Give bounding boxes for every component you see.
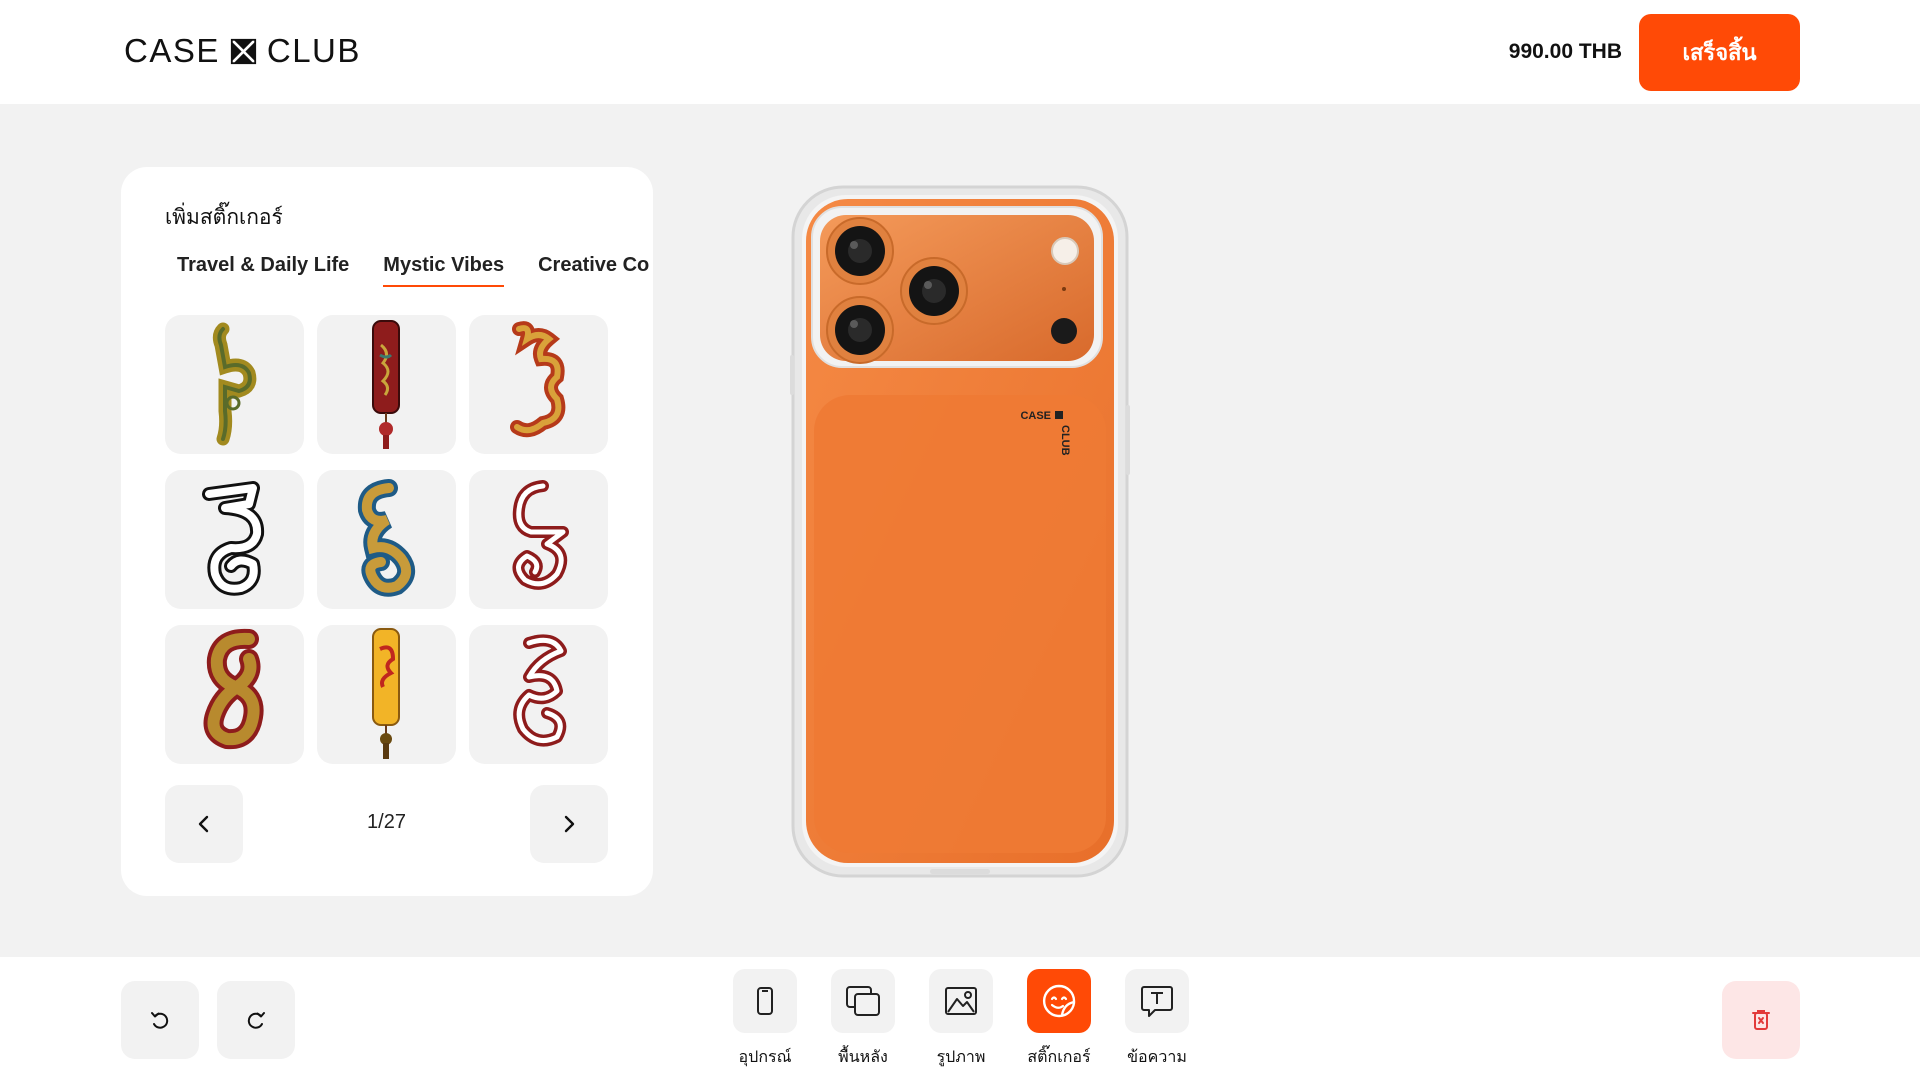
sticker-item[interactable] <box>165 315 304 454</box>
thai-script-red-gold-sticker <box>510 321 566 438</box>
phone-case-preview[interactable]: CASE CLUB <box>790 185 1130 878</box>
thai-numeral-outline-sticker <box>202 481 265 596</box>
bottom-toolbar: อุปกรณ์ พื้นหลัง รูปภาพ สติ๊กเกอร์ ข้อคว… <box>0 957 1920 1080</box>
logo-text-case: CASE <box>124 32 220 69</box>
sticker-icon <box>1043 984 1076 1018</box>
trash-icon <box>1752 1010 1770 1030</box>
phone-device-icon <box>757 987 773 1015</box>
yellow-talisman-tassel-sticker <box>372 628 400 759</box>
next-page-button[interactable] <box>530 785 608 863</box>
tool-sticker[interactable]: สติ๊กเกอร์ <box>1027 969 1091 1070</box>
redo-button[interactable] <box>217 981 295 1059</box>
thai-script-red-outline-sticker <box>513 634 567 747</box>
chevron-right-icon <box>564 815 575 833</box>
tab-travel-daily-life[interactable]: Travel & Daily Life <box>177 254 349 287</box>
case-brand-text: CASE <box>1020 410 1051 422</box>
text-icon <box>1141 986 1173 1017</box>
tool-background[interactable]: พื้นหลัง <box>831 969 895 1070</box>
red-talisman-tassel-sticker <box>372 320 400 449</box>
sticker-item[interactable] <box>165 625 304 764</box>
sticker-item[interactable] <box>317 470 456 609</box>
tool-image[interactable]: รูปภาพ <box>929 969 993 1070</box>
sticker-pager: 1/27 <box>165 785 608 863</box>
sticker-item[interactable] <box>317 625 456 764</box>
tab-mystic-vibes[interactable]: Mystic Vibes <box>383 254 505 287</box>
tool-background-label: พื้นหลัง <box>838 1047 888 1066</box>
thai-numeral-blue-gold-sticker <box>357 479 416 597</box>
top-header: CASE CLUB 990.00 THB เสร็จสิ้น <box>0 0 1920 104</box>
sticker-item[interactable] <box>317 315 456 454</box>
logo-text-club: CLUB <box>266 32 361 69</box>
tool-device-label: อุปกรณ์ <box>738 1047 792 1066</box>
image-icon <box>945 987 977 1015</box>
lidar-sensor <box>1051 318 1077 344</box>
sticker-grid <box>165 315 608 764</box>
case-brand-side-text: CLUB <box>1059 425 1071 456</box>
brand-logo[interactable]: CASE CLUB <box>124 32 361 70</box>
tab-creative[interactable]: Creative Co <box>538 254 649 287</box>
panel-title: เพิ่มสติ๊กเกอร์ <box>165 205 283 229</box>
tool-text-label: ข้อความ <box>1127 1047 1187 1066</box>
phone-case-canvas: CASE CLUB <box>790 185 1130 878</box>
sticker-item[interactable] <box>165 470 304 609</box>
sticker-panel: เพิ่มสติ๊กเกอร์ Travel & Daily Life Myst… <box>121 167 653 896</box>
tool-image-label: รูปภาพ <box>936 1047 986 1066</box>
tool-text[interactable]: ข้อความ <box>1125 969 1189 1070</box>
sticker-item[interactable] <box>469 470 608 609</box>
thai-numeral-gold-sticker <box>212 322 257 446</box>
background-layers-icon <box>846 986 880 1016</box>
delete-button[interactable] <box>1722 981 1800 1059</box>
redo-icon <box>247 1012 265 1029</box>
flash-icon <box>1051 237 1079 265</box>
camera-lens-middle <box>900 257 968 325</box>
total-price: 990.00 THB <box>1508 40 1622 63</box>
sticker-item[interactable] <box>469 625 608 764</box>
finish-button[interactable]: เสร็จสิ้น <box>1639 14 1800 91</box>
sticker-category-tabs: Travel & Daily Life Mystic Vibes Creativ… <box>177 254 649 287</box>
logo-mark-icon <box>230 38 257 64</box>
tool-sticker-label: สติ๊กเกอร์ <box>1027 1047 1091 1066</box>
thai-numeral-gold-red-sticker <box>203 628 264 750</box>
thai-numeral-dark-red-sticker <box>512 480 569 590</box>
camera-lens-bottom-left <box>826 296 894 364</box>
camera-lens-top-left <box>826 217 894 285</box>
tool-device[interactable]: อุปกรณ์ <box>733 969 797 1070</box>
undo-button[interactable] <box>121 981 199 1059</box>
editor-tools: อุปกรณ์ พื้นหลัง รูปภาพ สติ๊กเกอร์ ข้อคว… <box>733 969 1189 1070</box>
undo-icon <box>151 1012 169 1029</box>
sticker-item[interactable] <box>469 315 608 454</box>
